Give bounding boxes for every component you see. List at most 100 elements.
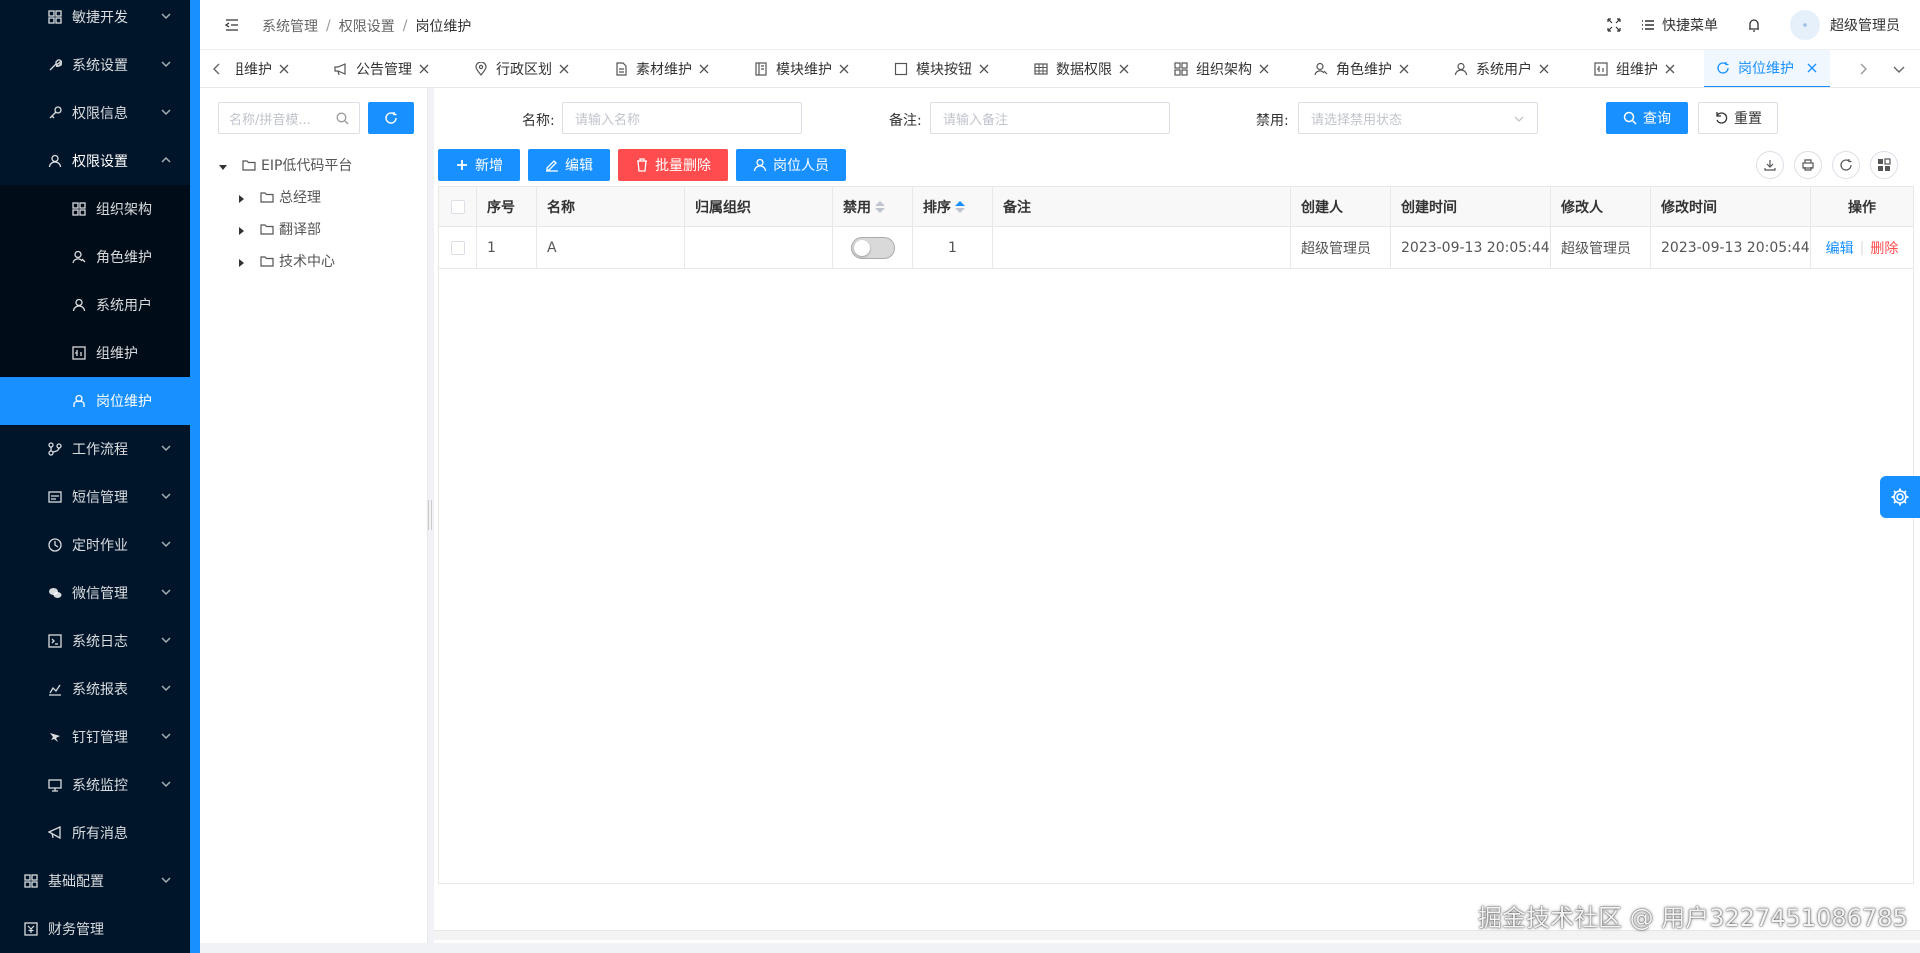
- sidebar-item-permission-info[interactable]: 权限信息: [0, 89, 190, 137]
- export-button[interactable]: [1756, 151, 1784, 179]
- close-icon[interactable]: [1258, 63, 1270, 75]
- quick-menu-button[interactable]: 快捷菜单: [1640, 15, 1718, 35]
- sidebar-item-post-maintenance[interactable]: 岗位维护: [0, 377, 190, 425]
- sort-icon[interactable]: [875, 201, 885, 213]
- tree-node[interactable]: 技术中心: [236, 248, 335, 274]
- sidebar-item-all-messages[interactable]: 所有消息: [0, 809, 190, 857]
- sidebar-item-system-log[interactable]: 系统日志: [0, 617, 190, 665]
- close-icon[interactable]: [1398, 63, 1410, 75]
- sidebar-item-org-structure[interactable]: 组织架构: [0, 185, 190, 233]
- undo-icon: [1714, 111, 1728, 125]
- batch-delete-button[interactable]: 批量删除: [618, 149, 728, 181]
- tab-org-structure[interactable]: 组织架构: [1174, 50, 1270, 87]
- disabled-filter-select[interactable]: 请选择禁用状态: [1298, 102, 1538, 134]
- post-members-button[interactable]: 岗位人员: [736, 149, 846, 181]
- chevron-down-icon[interactable]: [1892, 62, 1906, 76]
- folder-icon: [242, 158, 256, 172]
- tab-label: 公告管理: [356, 62, 412, 78]
- remark-filter-input[interactable]: 请输入备注: [930, 102, 1170, 134]
- sidebar-item-workflow[interactable]: 工作流程: [0, 425, 190, 473]
- sidebar-item-scheduled-jobs[interactable]: 定时作业: [0, 521, 190, 569]
- menu-fold-icon[interactable]: [224, 17, 240, 33]
- sidebar-item-system-monitor[interactable]: 系统监控: [0, 761, 190, 809]
- reset-button[interactable]: 重置: [1698, 102, 1778, 134]
- close-icon[interactable]: [838, 63, 850, 75]
- breadcrumb: 系统管理 / 权限设置 / 岗位维护: [262, 16, 471, 36]
- chevron-right-icon[interactable]: [1856, 62, 1870, 76]
- caret-down-icon[interactable]: [218, 160, 228, 170]
- close-icon[interactable]: [1664, 63, 1676, 75]
- query-button[interactable]: 查询: [1606, 102, 1688, 134]
- column-header-disabled[interactable]: 禁用: [833, 187, 913, 227]
- fullscreen-icon[interactable]: [1606, 17, 1622, 33]
- sidebar-item-system-settings[interactable]: 系统设置: [0, 41, 190, 89]
- tab-announcement[interactable]: 公告管理: [334, 50, 430, 87]
- caret-right-icon[interactable]: [236, 192, 246, 203]
- refresh-table-button[interactable]: [1832, 151, 1860, 179]
- tab-group-maintenance[interactable]: 组维护: [1594, 50, 1676, 87]
- breadcrumb-item[interactable]: 系统管理: [262, 16, 318, 36]
- bell-icon[interactable]: [1746, 17, 1762, 33]
- user-icon: [753, 158, 767, 172]
- column-header-sort[interactable]: 排序: [913, 187, 993, 227]
- column-settings-button[interactable]: [1870, 151, 1898, 179]
- row-delete-link[interactable]: 删除: [1870, 238, 1898, 258]
- sidebar-item-finance[interactable]: 财务管理: [0, 905, 190, 953]
- print-button[interactable]: [1794, 151, 1822, 179]
- close-icon[interactable]: [978, 63, 990, 75]
- tab-module-button[interactable]: 模块按钮: [894, 50, 990, 87]
- sidebar-item-basic-config[interactable]: 基础配置: [0, 857, 190, 905]
- caret-right-icon[interactable]: [236, 256, 246, 267]
- breadcrumb-item[interactable]: 权限设置: [339, 16, 395, 36]
- sidebar-item-sms[interactable]: 短信管理: [0, 473, 190, 521]
- settings-button[interactable]: [1880, 476, 1920, 518]
- tree-node[interactable]: 总经理: [236, 184, 321, 210]
- close-icon[interactable]: [698, 63, 710, 75]
- tab-group-maintenance-partial[interactable]: 组维护: [236, 50, 290, 87]
- tab-system-users[interactable]: 系统用户: [1454, 50, 1550, 87]
- add-button[interactable]: 新增: [438, 149, 520, 181]
- close-icon[interactable]: [1118, 63, 1130, 75]
- disabled-toggle[interactable]: [850, 237, 895, 259]
- panel-resize-handle[interactable]: [428, 500, 432, 530]
- select-all-checkbox[interactable]: [450, 200, 465, 214]
- tab-module[interactable]: 模块维护: [754, 50, 850, 87]
- close-icon[interactable]: [278, 63, 290, 75]
- row-checkbox[interactable]: [450, 241, 465, 255]
- tab-admin-division[interactable]: 行政区划: [474, 50, 570, 87]
- tab-data-permission[interactable]: 数据权限: [1034, 50, 1130, 87]
- close-icon[interactable]: [418, 63, 430, 75]
- caret-right-icon[interactable]: [236, 224, 246, 235]
- tree-node[interactable]: 翻译部: [236, 216, 321, 242]
- tree-search-input[interactable]: 名称/拼音模...: [218, 102, 360, 134]
- sidebar-item-role-maintenance[interactable]: 角色维护: [0, 233, 190, 281]
- row-edit-link[interactable]: 编辑: [1826, 238, 1854, 258]
- close-icon[interactable]: [558, 63, 570, 75]
- plus-icon: [455, 158, 469, 172]
- sidebar-scrollbar[interactable]: [190, 0, 200, 953]
- tab-material[interactable]: 素材维护: [614, 50, 710, 87]
- sidebar-item-wechat[interactable]: 微信管理: [0, 569, 190, 617]
- sidebar-item-group-maintenance[interactable]: 组维护: [0, 329, 190, 377]
- tree-node-root[interactable]: EIP低代码平台: [218, 152, 352, 178]
- table-row[interactable]: 1 A 1 超级管理员 2023-09-13 20:05:44 超级管理员 20…: [439, 227, 1913, 269]
- sidebar-item-system-report[interactable]: 系统报表: [0, 665, 190, 713]
- close-icon[interactable]: [1806, 62, 1818, 74]
- log-icon: [48, 634, 62, 648]
- sort-asc-icon[interactable]: [955, 201, 965, 213]
- tree-refresh-button[interactable]: [368, 102, 414, 134]
- user-menu[interactable]: 超级管理员: [1790, 10, 1900, 40]
- breadcrumb-separator: /: [326, 18, 331, 34]
- tab-post-maintenance[interactable]: 岗位维护: [1704, 50, 1830, 87]
- folder-icon: [260, 190, 274, 204]
- tab-role-maintenance[interactable]: 角色维护: [1314, 50, 1410, 87]
- sidebar-item-system-users[interactable]: 系统用户: [0, 281, 190, 329]
- row-select-cell: [439, 227, 477, 269]
- edit-button[interactable]: 编辑: [528, 149, 610, 181]
- sidebar-item-agile-dev[interactable]: 敏捷开发: [0, 0, 190, 41]
- sidebar-item-permission-settings[interactable]: 权限设置: [0, 137, 190, 185]
- close-icon[interactable]: [1538, 63, 1550, 75]
- sidebar-item-dingtalk[interactable]: 钉钉管理: [0, 713, 190, 761]
- chevron-left-icon[interactable]: [210, 62, 224, 76]
- name-filter-input[interactable]: 请输入名称: [562, 102, 802, 134]
